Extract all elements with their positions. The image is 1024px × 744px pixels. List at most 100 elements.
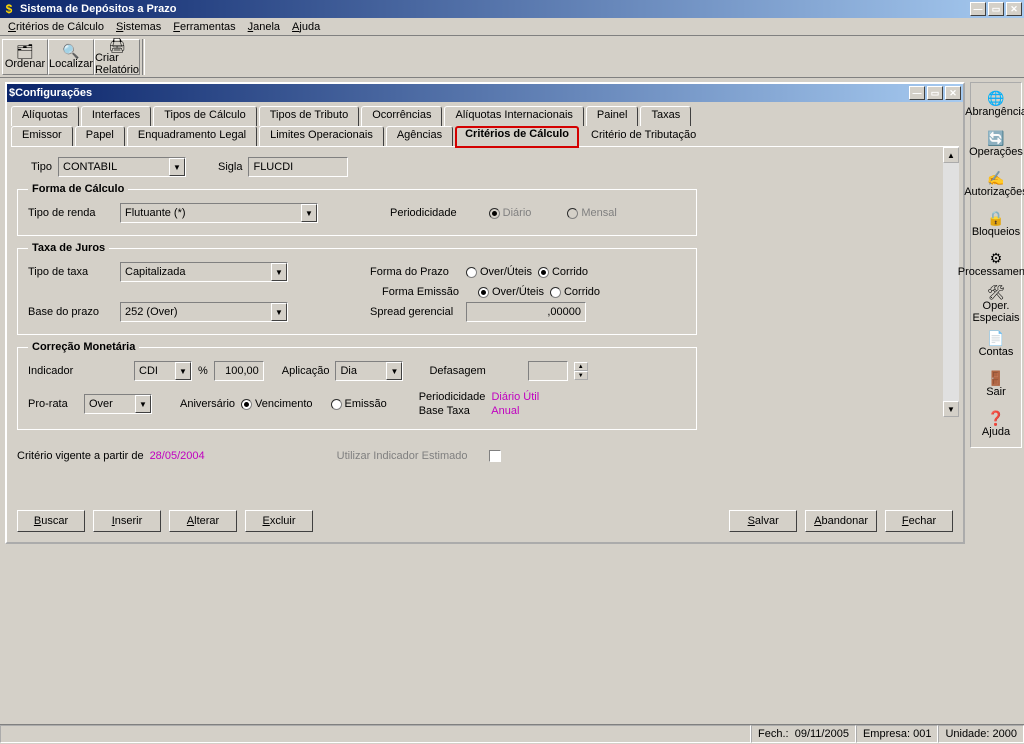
radio-emissao-corrido[interactable]: Corrido — [550, 286, 600, 298]
lbl-sigla: Sigla — [218, 161, 242, 173]
val-period-corr: Diário Útil — [491, 391, 539, 403]
spinner-up-icon[interactable]: ▲ — [574, 362, 588, 371]
side-contas[interactable]: 📄Contas — [972, 325, 1020, 363]
menu-ajuda[interactable]: Ajuda — [286, 20, 326, 34]
spread-field[interactable]: ,00000 — [466, 302, 586, 322]
pct-field[interactable]: 100,00 — [214, 361, 264, 381]
chevron-down-icon[interactable]: ▼ — [169, 158, 185, 176]
radio-emissao-over[interactable]: Over/Úteis — [478, 286, 544, 298]
combo-tipo-renda[interactable]: ▼ — [120, 203, 318, 223]
lbl-spread: Spread gerencial — [370, 306, 460, 318]
lbl-pct: % — [198, 365, 208, 377]
radio-prazo-over[interactable]: Over/Úteis — [466, 266, 532, 278]
tab-criterio-tributacao[interactable]: Critério de Tributação — [581, 126, 706, 146]
btn-fechar[interactable]: Fechar — [885, 510, 953, 532]
child-close[interactable]: ✕ — [945, 86, 961, 100]
tab-criterios-calculo[interactable]: Critérios de Cálculo — [455, 126, 579, 148]
radio-emissao[interactable]: Emissão — [331, 398, 387, 410]
menubar: Critérios de Cálculo Sistemas Ferramenta… — [0, 18, 1024, 36]
date-criterio: 28/05/2004 — [150, 450, 205, 462]
side-bloqueios[interactable]: 🔒Bloqueios — [972, 205, 1020, 243]
combo-prorata[interactable]: ▼ — [84, 394, 152, 414]
tabstrip: Alíquotas Interfaces Tipos de Cálculo Ti… — [7, 102, 963, 146]
printer-icon: 🖨 — [108, 38, 126, 52]
combo-base-prazo[interactable]: ▼ — [120, 302, 288, 322]
btn-abandonar[interactable]: Abandonar — [805, 510, 877, 532]
combo-aplicacao[interactable]: ▼ — [335, 361, 403, 381]
tab-agencias[interactable]: Agências — [386, 126, 453, 146]
btn-salvar[interactable]: Salvar — [729, 510, 797, 532]
side-autorizacoes[interactable]: ✍Autorizações — [972, 165, 1020, 203]
restore-button[interactable]: ▭ — [988, 2, 1004, 16]
tab-limites[interactable]: Limites Operacionais — [259, 126, 384, 146]
radio-prazo-corrido[interactable]: Corrido — [538, 266, 588, 278]
side-ajuda[interactable]: ❓Ajuda — [972, 405, 1020, 443]
scroll-down-icon[interactable]: ▼ — [943, 401, 959, 417]
minimize-button[interactable]: — — [970, 2, 986, 16]
chevron-down-icon[interactable]: ▼ — [386, 362, 402, 380]
chevron-down-icon[interactable]: ▼ — [271, 263, 287, 281]
statusbar: Fech.: 09/11/2005 Empresa: 001 Unidade: … — [0, 724, 1024, 744]
radio-diario[interactable]: Diário — [489, 207, 532, 219]
btn-excluir[interactable]: Excluir — [245, 510, 313, 532]
sigla-field[interactable]: FLUCDI — [248, 157, 348, 177]
menu-janela[interactable]: Janela — [242, 20, 286, 34]
side-abrangencia[interactable]: 🌐Abrangência — [972, 85, 1020, 123]
tab-emissor[interactable]: Emissor — [11, 126, 73, 146]
tab-papel[interactable]: Papel — [75, 126, 125, 146]
chevron-down-icon[interactable]: ▼ — [175, 362, 191, 380]
side-toolbar: 🌐Abrangência 🔄Operações ✍Autorizações 🔒B… — [970, 82, 1022, 448]
chevron-down-icon[interactable]: ▼ — [301, 204, 317, 222]
combo-tipo-taxa[interactable]: ▼ — [120, 262, 288, 282]
tab-tipos-tributo[interactable]: Tipos de Tributo — [259, 106, 359, 126]
side-sair[interactable]: 🚪Sair — [972, 365, 1020, 403]
defasagem-spinner[interactable]: ▲ ▼ — [574, 362, 588, 380]
tab-enquadramento[interactable]: Enquadramento Legal — [127, 126, 257, 146]
lbl-criterio-vigente: Critério vigente a partir de — [17, 450, 144, 462]
combo-indicador[interactable]: ▼ — [134, 361, 192, 381]
child-maximize[interactable]: ▭ — [927, 86, 943, 100]
spinner-down-icon[interactable]: ▼ — [574, 371, 588, 380]
btn-buscar[interactable]: Buscar — [17, 510, 85, 532]
tab-interfaces[interactable]: Interfaces — [81, 106, 151, 126]
side-oper-especiais[interactable]: 🛠Oper. Especiais — [972, 285, 1020, 323]
status-empty — [0, 725, 751, 743]
child-minimize[interactable]: — — [909, 86, 925, 100]
side-processamento[interactable]: ⚙Processamento — [972, 245, 1020, 283]
menu-criterios[interactable]: Critérios de Cálculo — [2, 20, 110, 34]
tb-criar-relatorio[interactable]: 🖨Criar Relatório — [94, 39, 140, 75]
chk-util-indicador[interactable] — [489, 450, 501, 462]
lbl-tipo: Tipo — [31, 161, 52, 173]
tb-ordenar[interactable]: 🗂Ordenar — [2, 39, 48, 75]
side-operacoes[interactable]: 🔄Operações — [972, 125, 1020, 163]
help-icon: ❓ — [987, 411, 1004, 425]
btn-alterar[interactable]: Alterar — [169, 510, 237, 532]
lbl-indicador: Indicador — [28, 365, 88, 377]
tab-tipos-calculo[interactable]: Tipos de Cálculo — [153, 106, 257, 126]
defasagem-field[interactable] — [528, 361, 568, 381]
combo-tipo[interactable]: ▼ — [58, 157, 186, 177]
menu-sistemas[interactable]: Sistemas — [110, 20, 167, 34]
scroll-up-icon[interactable]: ▲ — [943, 147, 959, 163]
toolbar: 🗂Ordenar 🔍Localizar 🖨Criar Relatório — [0, 36, 1024, 78]
tipo-value[interactable] — [59, 158, 169, 176]
tab-aliquotas[interactable]: Alíquotas — [11, 106, 79, 126]
scroll-track[interactable] — [943, 163, 959, 401]
tab-painel[interactable]: Painel — [586, 106, 639, 126]
vertical-scrollbar[interactable]: ▲ ▼ — [943, 147, 959, 417]
close-button[interactable]: ✕ — [1006, 2, 1022, 16]
lbl-periodicidade: Periodicidade — [390, 207, 457, 219]
tab-ocorrencias[interactable]: Ocorrências — [361, 106, 442, 126]
radio-vencimento[interactable]: Vencimento — [241, 398, 312, 410]
grp-taxa-juros: Taxa de Juros Tipo de taxa ▼ Forma do Pr… — [17, 242, 697, 335]
lbl-util-indicador: Utilizar Indicador Estimado — [337, 450, 468, 462]
tab-aliquotas-int[interactable]: Alíquotas Internacionais — [444, 106, 583, 126]
radio-mensal[interactable]: Mensal — [567, 207, 616, 219]
chevron-down-icon[interactable]: ▼ — [271, 303, 287, 321]
signature-icon: ✍ — [987, 171, 1004, 185]
tab-taxas[interactable]: Taxas — [640, 106, 691, 126]
chevron-down-icon[interactable]: ▼ — [135, 395, 151, 413]
menu-ferramentas[interactable]: Ferramentas — [167, 20, 241, 34]
btn-inserir[interactable]: Inserir — [93, 510, 161, 532]
tb-localizar[interactable]: 🔍Localizar — [48, 39, 94, 75]
